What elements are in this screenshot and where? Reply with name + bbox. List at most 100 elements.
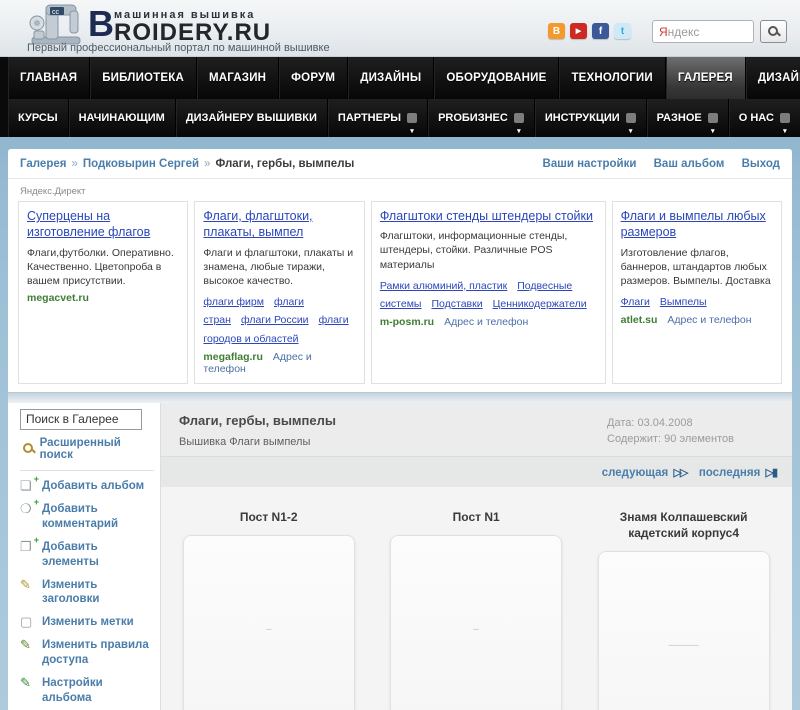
ad-sitelink[interactable]: Вымпелы [660,296,707,308]
sidebar-menu-label: Изменить метки [42,616,134,629]
gallery-item-title[interactable]: Знамя Колпашевский кадетский корпус4 [599,509,769,541]
user-settings-link[interactable]: Ваши настройки [543,158,637,170]
sidebar-menu-item[interactable]: ✎ Настройки альбома [20,676,154,706]
nav-link[interactable]: ГЛАВНАЯ [8,57,91,99]
pagination-next-link[interactable]: следующая ▷▷ [602,467,689,479]
ad-sitelink[interactable]: Рамки алюминий, пластик [380,280,507,292]
user-links: Ваши настройки Ваш альбом Выход [529,158,780,170]
gallery-search-input[interactable] [20,408,142,430]
gallery-item-thumbnail[interactable]: ——— [597,551,770,710]
nav-link[interactable]: ДИЗАЙНЕРЫ [745,57,800,99]
nav-item: PROБИЗНЕС ▾ [428,99,535,137]
last-page-icon: ▷▮ [765,466,777,479]
nav-link[interactable]: КУРСЫ [8,99,69,137]
nav-item: ФОРУМ [279,57,349,99]
ad-card: Флагштоки стенды штендеры стойки Флагшто… [370,201,606,384]
ad-contact-link[interactable]: Адрес и телефон [667,314,751,326]
sidebar-menu-item[interactable]: ❍ + Добавить комментарий [20,497,154,532]
pagination-last-link[interactable]: последняя ▷▮ [699,466,778,479]
ad-body-text: Флагштоки, информационные стенды, штенде… [379,230,568,271]
main-navigation: ГЛАВНАЯ БИБЛИОТЕКА МАГАЗИН ФОРУМ ДИЗАЙНЫ ОБОР… [0,57,800,137]
gallery-item-thumbnail[interactable]: – [390,535,563,710]
breadcrumb: Галерея » Подковырин Сергей » Флаги, гербы, … [20,158,354,170]
nav-link[interactable]: ФОРУМ [279,57,349,99]
nav-link[interactable]: ДИЗАЙНЫ [348,57,435,99]
ad-sitelink[interactable]: флаги России [241,314,309,326]
sidebar-menu-item[interactable]: ▢ Изменить метки [20,615,154,630]
ad-contact-link[interactable]: Адрес и телефон [444,316,528,328]
breadcrumb-separator: » [204,158,211,170]
dropdown-indicator-icon: ▾ [707,113,718,135]
site-logo[interactable]: cc B машинная вышивка ROIDERY.RU [26,1,271,47]
twitter-icon[interactable]: t [614,23,631,39]
ads-row: Суперцены на изготовление флагов Флаги,ф… [8,201,792,392]
ad-sitelink[interactable]: Флаги [621,296,650,308]
ad-title-link[interactable]: Флагштоки стенды штендеры стойки [380,208,597,224]
ad-body-text: Флаги и флагштоки, плакаты и знамена, лю… [203,246,354,287]
social-links: B ▶ f t [548,23,631,39]
user-album-link[interactable]: Ваш альбом [654,158,725,170]
section-divider [8,391,792,403]
blogger-icon[interactable]: B [548,23,565,39]
nav-link[interactable]: О НАС ▾ [728,99,800,137]
ad-body-text: Флаги,футболки. Оперативно. Качественно.… [27,246,174,287]
nav-item: ТЕХНОЛОГИИ [559,57,666,99]
sidebar-menu-label: Настройки альбома [42,677,103,705]
main-area: Расширенный поиск ❏+ Добавить альбом ❍+ … [8,402,792,710]
edit-tags-icon: ▢ [20,614,33,630]
ad-domain[interactable]: atlet.su [621,314,658,326]
breadcrumb-author-link[interactable]: Подковырин Сергей [83,158,199,170]
svg-text:cc: cc [52,9,60,16]
album-settings-icon: ✎ [20,675,31,691]
nav-link[interactable]: МАГАЗИН [197,57,280,99]
ad-sitelink[interactable]: Ценникодержатели [493,298,587,310]
ad-title-link[interactable]: Суперцены на изготовление флагов [27,208,179,241]
advanced-search-link[interactable]: Расширенный поиск [22,437,154,461]
nav-item: ОБОРУДОВАНИЕ [434,57,560,99]
ad-sitelink[interactable]: флаги фирм [203,296,264,308]
nav-link[interactable]: ДИЗАЙНЕРУ ВЫШИВКИ [175,99,328,137]
nav-link[interactable]: ОБОРУДОВАНИЕ [434,57,560,99]
album-count: Содержит: 90 элементов [607,433,734,446]
facebook-icon[interactable]: f [592,23,609,39]
nav-row-primary: ГЛАВНАЯ БИБЛИОТЕКА МАГАЗИН ФОРУМ ДИЗАЙНЫ ОБОР… [8,57,800,99]
ad-domain[interactable]: megacvet.ru [27,292,89,304]
album-meta: Дата: 03.04.2008 Содержит: 90 элементов [607,415,734,448]
album-subtitle: Вышивка Флаги вымпелы [179,435,311,448]
breadcrumb-gallery-link[interactable]: Галерея [20,158,66,170]
sidebar-menu-item[interactable]: ✎ Изменить заголовки [20,578,154,608]
ad-domain[interactable]: m-posm.ru [380,316,434,328]
yandex-search-input[interactable]: Яндекс [652,20,754,43]
gallery-item-title[interactable]: Пост N1 [453,509,500,525]
ad-title-link[interactable]: Флаги, флагштоки, плакаты, вымпел [203,208,355,241]
sidebar-menu-item[interactable]: ❏ + Добавить альбом [20,474,154,494]
gallery-item-title[interactable]: Пост N1-2 [240,509,298,525]
ad-domain[interactable]: megaflag.ru [203,351,263,363]
ad-title-link[interactable]: Флаги и вымпелы любых размеров [621,208,773,241]
search-icon [22,442,35,455]
nav-link[interactable]: РАЗНОЕ ▾ [646,99,729,137]
nav-link[interactable]: ГАЛЕРЕЯ [665,57,746,99]
nav-link[interactable]: ПАРТНЕРЫ ▾ [327,99,429,137]
ad-card: Флаги и вымпелы любых размеров Изготовле… [611,201,783,384]
ad-sitelink[interactable]: Подставки [431,298,482,310]
gallery-item: Пост N1 – Дата: 10.06.2015 Новый « опера… [372,503,579,710]
nav-link[interactable]: PROБИЗНЕС ▾ [428,99,535,137]
sidebar-menu-item[interactable]: ❐ + Добавить элементы [20,535,154,570]
nav-link[interactable]: НАЧИНАЮЩИМ [68,99,176,137]
gallery-item: Знамя Колпашевский кадетский корпус4 ———… [580,503,787,710]
search-submit-button[interactable] [760,20,787,43]
logout-link[interactable]: Выход [742,158,780,170]
nav-link[interactable]: ИНСТРУКЦИИ ▾ [534,99,647,137]
sidebar-menu-item[interactable]: ✎ Изменить правила доступа [20,638,154,668]
nav-item: О НАС ▾ [728,99,800,137]
album-content: Флаги, гербы, вымпелы Вышивка Флаги вымп… [161,402,792,710]
nav-item: ПАРТНЕРЫ ▾ [327,99,429,137]
nav-item: БИБЛИОТЕКА [90,57,197,99]
nav-link[interactable]: БИБЛИОТЕКА [90,57,197,99]
youtube-icon[interactable]: ▶ [570,23,587,39]
nav-link[interactable]: ТЕХНОЛОГИИ [559,57,666,99]
nav-item: ГАЛЕРЕЯ [665,57,746,99]
gallery-item-thumbnail[interactable]: – [182,535,355,710]
nav-item: КУРСЫ [8,99,69,137]
